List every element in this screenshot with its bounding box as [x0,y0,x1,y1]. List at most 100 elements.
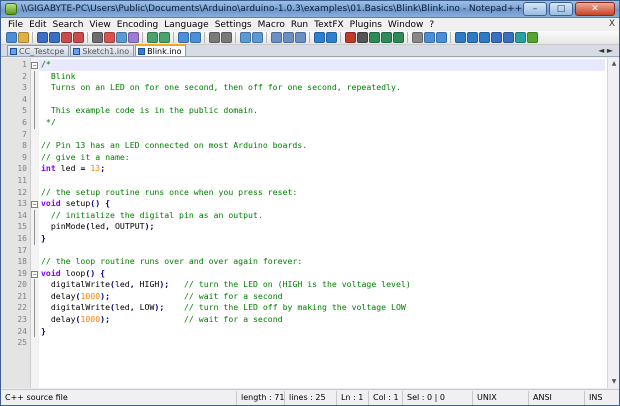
trim-icon[interactable] [412,32,423,43]
code-line[interactable]: 21 delay(1000); // wait for a second [17,290,605,303]
menu-plugins[interactable]: Plugins [347,20,385,30]
function-list-icon[interactable] [326,32,337,43]
code-line[interactable]: 17 [17,245,605,257]
menu-textfx[interactable]: TextFX [311,20,347,30]
paste-icon[interactable] [128,32,139,43]
run-macro-icon[interactable] [381,32,392,43]
code-line[interactable]: 4 [22,93,605,106]
menu-edit[interactable]: Edit [26,20,49,30]
code-line[interactable]: 9 // give it a name: [22,152,605,164]
zoom-out-icon[interactable] [221,32,232,43]
stop-macro-icon[interactable] [357,32,368,43]
unfold-icon[interactable] [503,32,514,43]
code-line[interactable]: 20 digitalWrite(led, HIGH); // turn the … [17,279,605,291]
redo-icon[interactable] [159,32,170,43]
spell-icon[interactable] [424,32,435,43]
line-number: 19 [17,268,27,278]
code-line[interactable]: 13− void setup() { [17,198,605,210]
scroll-up-icon[interactable]: ▲ [609,59,619,69]
tab-scroll-arrows-icon[interactable]: ◄ ► [598,46,613,55]
bookmark-icon[interactable] [479,32,490,43]
print-icon[interactable] [92,32,103,43]
code-line[interactable]: 5 This example code is in the public dom… [22,105,605,117]
tab-cc-testcpe[interactable]: CC_Testcpe [7,45,70,56]
undo-icon[interactable] [147,32,158,43]
save-icon[interactable] [37,32,48,43]
status-eol[interactable]: UNIX [473,390,529,405]
open-icon[interactable] [18,32,29,43]
code-editor[interactable]: 1−/* 2 Blink 3 Turns on an LED on for one … [1,58,619,388]
close-document-icon[interactable]: X [609,19,615,29]
save-all-icon[interactable] [49,32,60,43]
minimize-button[interactable]: – [523,2,547,16]
scroll-down-icon[interactable]: ▼ [609,377,619,387]
code-line[interactable]: 11 [17,175,605,187]
code-line[interactable]: 2 Blink [22,70,605,83]
status-encoding[interactable]: ANSI [529,390,585,405]
all-chars-icon[interactable] [283,32,294,43]
toolbar [1,31,619,45]
close-window-button[interactable]: ✕ [575,2,615,16]
new-file-icon[interactable] [6,32,17,43]
code-line[interactable]: 19− void loop() { [17,268,605,280]
maximize-button[interactable]: □ [549,2,573,16]
sync-h-icon[interactable] [252,32,263,43]
close-all-icon[interactable] [73,32,84,43]
code-line[interactable]: 22 digitalWrite(led, LOW); // turn the L… [17,302,605,315]
menu-help[interactable]: ? [426,20,437,30]
doc-map-icon[interactable] [314,32,325,43]
wrap-icon[interactable] [271,32,282,43]
fold-icon[interactable] [491,32,502,43]
code-line[interactable]: 3 Turns on an LED on for one second, the… [22,82,605,94]
encode-icon[interactable] [515,32,526,43]
code-line[interactable]: 14 // initialize the digital pin as an o… [17,209,605,222]
menu-run[interactable]: Run [288,20,311,30]
sync-v-icon[interactable] [240,32,251,43]
code-line[interactable]: 18 // the loop routine runs over and over… [17,256,605,268]
code-line[interactable]: 10 int led = 13; [17,163,605,175]
cut-icon[interactable] [104,32,115,43]
code-line[interactable]: 16} [17,232,605,245]
menu-settings[interactable]: Settings [212,20,255,30]
menu-macro[interactable]: Macro [255,20,288,30]
fold-toggle-icon[interactable]: − [31,270,38,278]
record-macro-icon[interactable] [345,32,356,43]
title-bar[interactable]: \\GIGABYTE-PC\Users\Public\Documents\Ard… [1,1,619,18]
zoom-in-icon[interactable] [209,32,220,43]
code-line[interactable]: 12 // the setup routine runs once when yo… [17,187,605,199]
find-icon[interactable] [178,32,189,43]
menu-search[interactable]: Search [50,20,87,30]
menu-encoding[interactable]: Encoding [114,20,161,30]
code-area[interactable]: 1−/* 2 Blink 3 Turns on an LED on for one … [17,59,605,349]
fold-toggle-icon[interactable]: − [31,201,38,209]
fold-toggle-icon[interactable]: − [31,62,38,69]
replace-icon[interactable] [190,32,201,43]
code-line[interactable]: 6 */ [22,116,605,129]
notepad-plus-plus-app-icon[interactable] [5,3,17,15]
code-line[interactable]: 7 [22,129,605,141]
status-insert-mode[interactable]: INS [585,391,617,405]
tab-sketch1[interactable]: Sketch1.ino [70,45,135,56]
menu-view[interactable]: View [86,20,113,30]
menu-window[interactable]: Window [385,20,427,30]
code-line[interactable]: 24} [17,325,605,338]
code-line[interactable]: 8 // Pin 13 has an LED connected on most … [22,140,605,152]
menu-file[interactable]: File [5,20,26,30]
tab-blink[interactable]: Blink.ino [135,44,187,56]
code-line[interactable]: 25 [17,337,605,349]
play-macro-icon[interactable] [369,32,380,43]
close-icon[interactable] [61,32,72,43]
vertical-scrollbar[interactable]: ▲ ▼ [607,58,619,388]
indent-guide-icon[interactable] [295,32,306,43]
save-macro-icon[interactable] [393,32,404,43]
menu-language[interactable]: Language [161,20,211,30]
prev-icon[interactable] [455,32,466,43]
copy-icon[interactable] [116,32,127,43]
lint-icon[interactable] [527,32,538,43]
code-line[interactable]: 1−/* [22,59,605,71]
compare-icon[interactable] [436,32,447,43]
fold-margin[interactable] [31,58,39,388]
next-icon[interactable] [467,32,478,43]
code-line[interactable]: 23 delay(1000); // wait for a second [17,314,605,326]
code-line[interactable]: 15 pinMode(led, OUTPUT); [17,221,605,233]
